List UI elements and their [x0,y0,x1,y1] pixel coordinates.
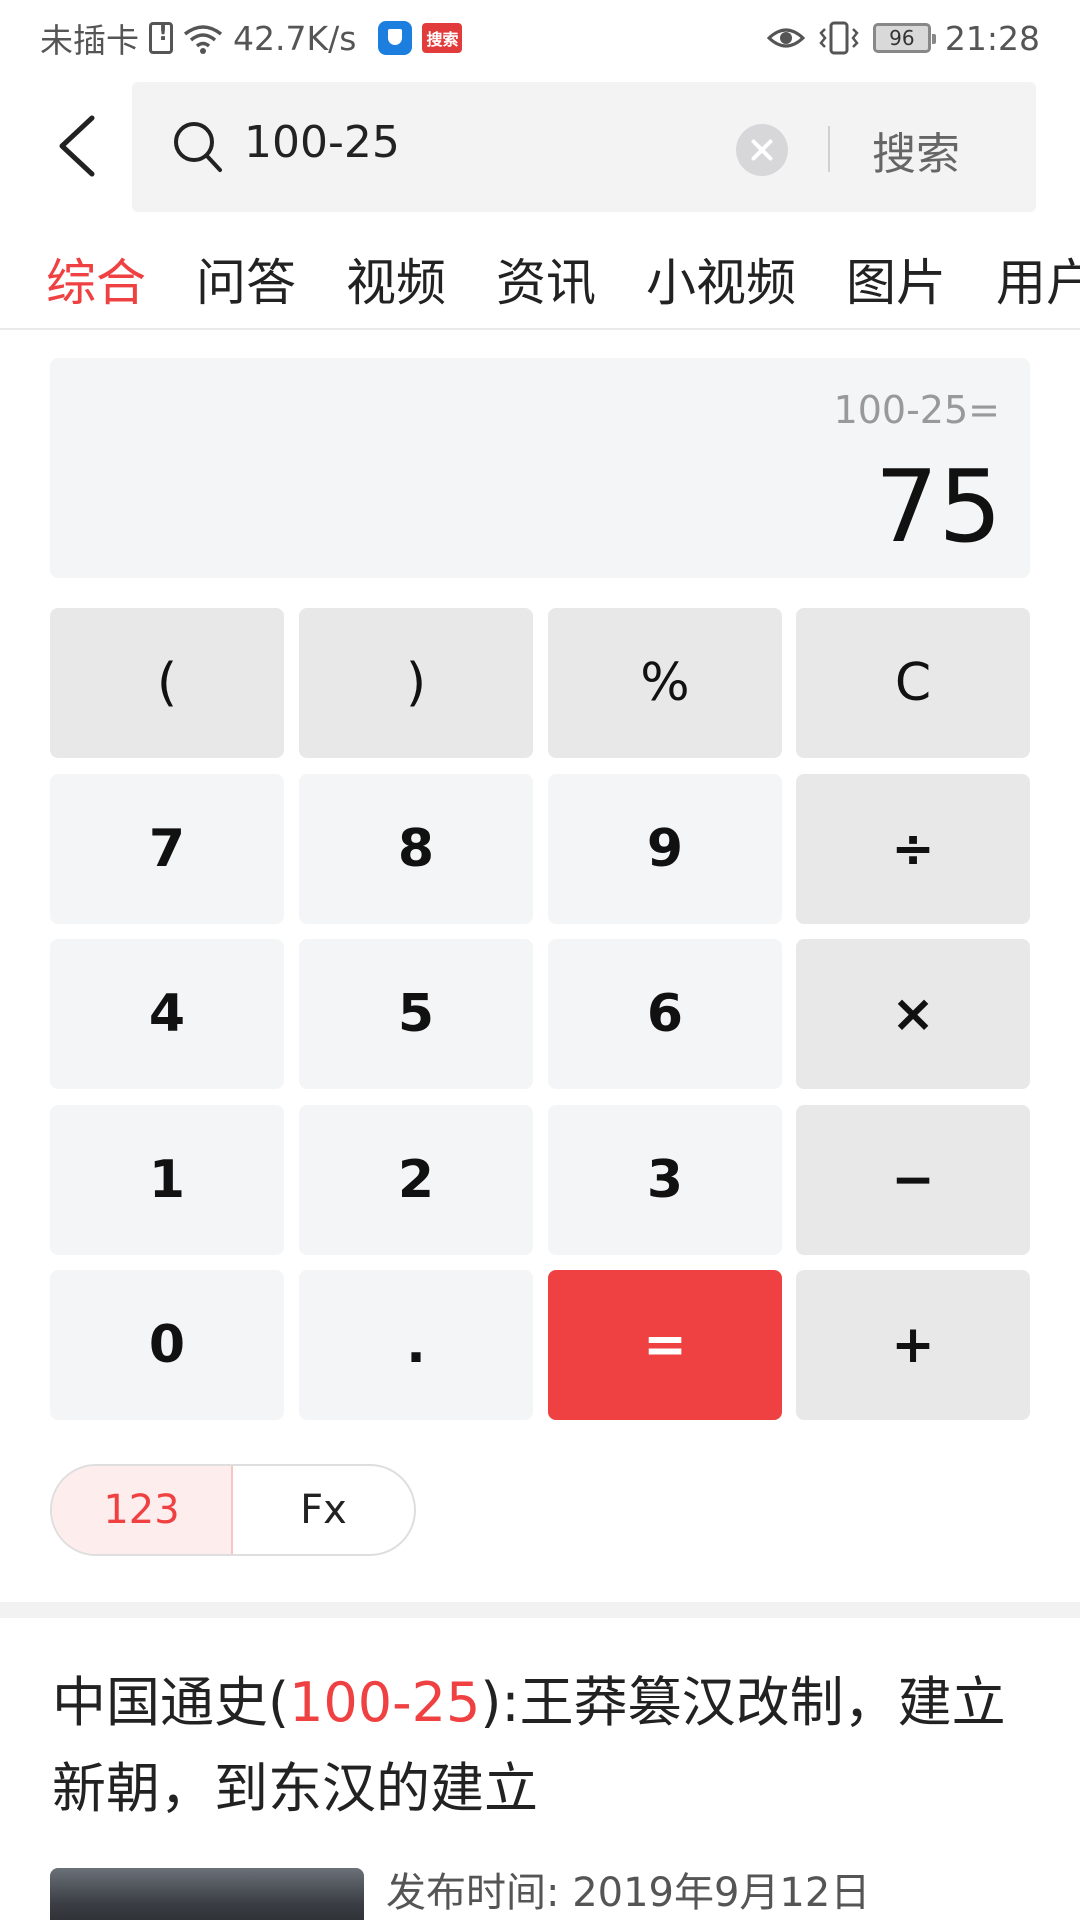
key-6[interactable]: 6 [548,939,782,1089]
key-1[interactable]: 1 [50,1105,284,1255]
key-7[interactable]: 7 [50,774,284,924]
network-speed: 42.7K/s [233,18,357,58]
key-subtract[interactable]: − [796,1105,1030,1255]
wifi-icon [183,25,223,54]
key-open-paren[interactable]: ( [50,608,284,758]
clock: 21:28 [944,18,1040,58]
clear-search-icon[interactable] [736,124,788,176]
category-tabs: 综合 问答 视频 资讯 小视频 图片 用户 [0,230,1080,330]
search-header: 100-25 搜索 [0,76,1080,216]
key-5[interactable]: 5 [299,939,533,1089]
calculator-mode-toggle: 123 Fx [50,1464,416,1556]
key-add[interactable]: + [796,1270,1030,1420]
status-bar: 未插卡 42.7K/s 搜索 96 21:28 [0,0,1080,76]
calculator-result: 75 [874,448,1002,565]
key-3[interactable]: 3 [548,1105,782,1255]
key-decimal[interactable]: . [299,1270,533,1420]
vibrate-icon [819,21,859,55]
tab-short-video[interactable]: 小视频 [646,243,796,315]
calculator-display: 100-25= 75 [50,358,1030,578]
article-title-prefix: 中国通史( [52,1671,290,1734]
search-input[interactable]: 100-25 [244,117,400,168]
tab-images[interactable]: 图片 [846,243,946,315]
article-title[interactable]: 中国通史(100-25):王莽篡汉改制，建立新朝，到东汉的建立 [52,1660,1042,1832]
article-title-highlight: 100-25 [289,1671,481,1734]
key-equals[interactable]: = [548,1270,782,1420]
calculator-expression: 100-25= [833,388,1000,432]
key-percent[interactable]: % [548,608,782,758]
key-0[interactable]: 0 [50,1270,284,1420]
eye-icon [766,28,805,48]
key-close-paren[interactable]: ) [299,608,533,758]
key-multiply[interactable]: × [796,939,1030,1089]
back-arrow-icon[interactable] [52,114,102,178]
section-divider [0,1602,1080,1618]
key-clear[interactable]: C [796,608,1030,758]
mode-basic-button[interactable]: 123 [52,1466,233,1554]
search-icon [174,122,222,172]
key-divide[interactable]: ÷ [796,774,1030,924]
mode-function-button[interactable]: Fx [233,1466,414,1554]
search-app-badge: 搜索 [422,23,463,53]
carrier-text: 未插卡 [40,21,139,60]
tab-news[interactable]: 资讯 [496,243,596,315]
tab-users[interactable]: 用户 [996,243,1080,315]
status-left: 未插卡 42.7K/s 搜索 [40,14,767,62]
key-4[interactable]: 4 [50,939,284,1089]
key-9[interactable]: 9 [548,774,782,924]
search-divider [828,126,830,172]
shield-icon [378,21,413,55]
tab-comprehensive[interactable]: 综合 [46,243,146,315]
tab-video[interactable]: 视频 [346,243,446,315]
status-right: 96 21:28 [766,18,1040,58]
article-thumbnail[interactable] [50,1868,364,1920]
search-button[interactable]: 搜索 [872,118,960,182]
sim-alert-icon [149,21,173,54]
search-bar[interactable]: 100-25 搜索 [132,82,1036,212]
battery-icon: 96 [872,23,936,53]
key-8[interactable]: 8 [299,774,533,924]
key-2[interactable]: 2 [299,1105,533,1255]
article-publish-date: 发布时间: 2019年9月12日 [386,1870,871,1916]
tab-qa[interactable]: 问答 [196,243,296,315]
